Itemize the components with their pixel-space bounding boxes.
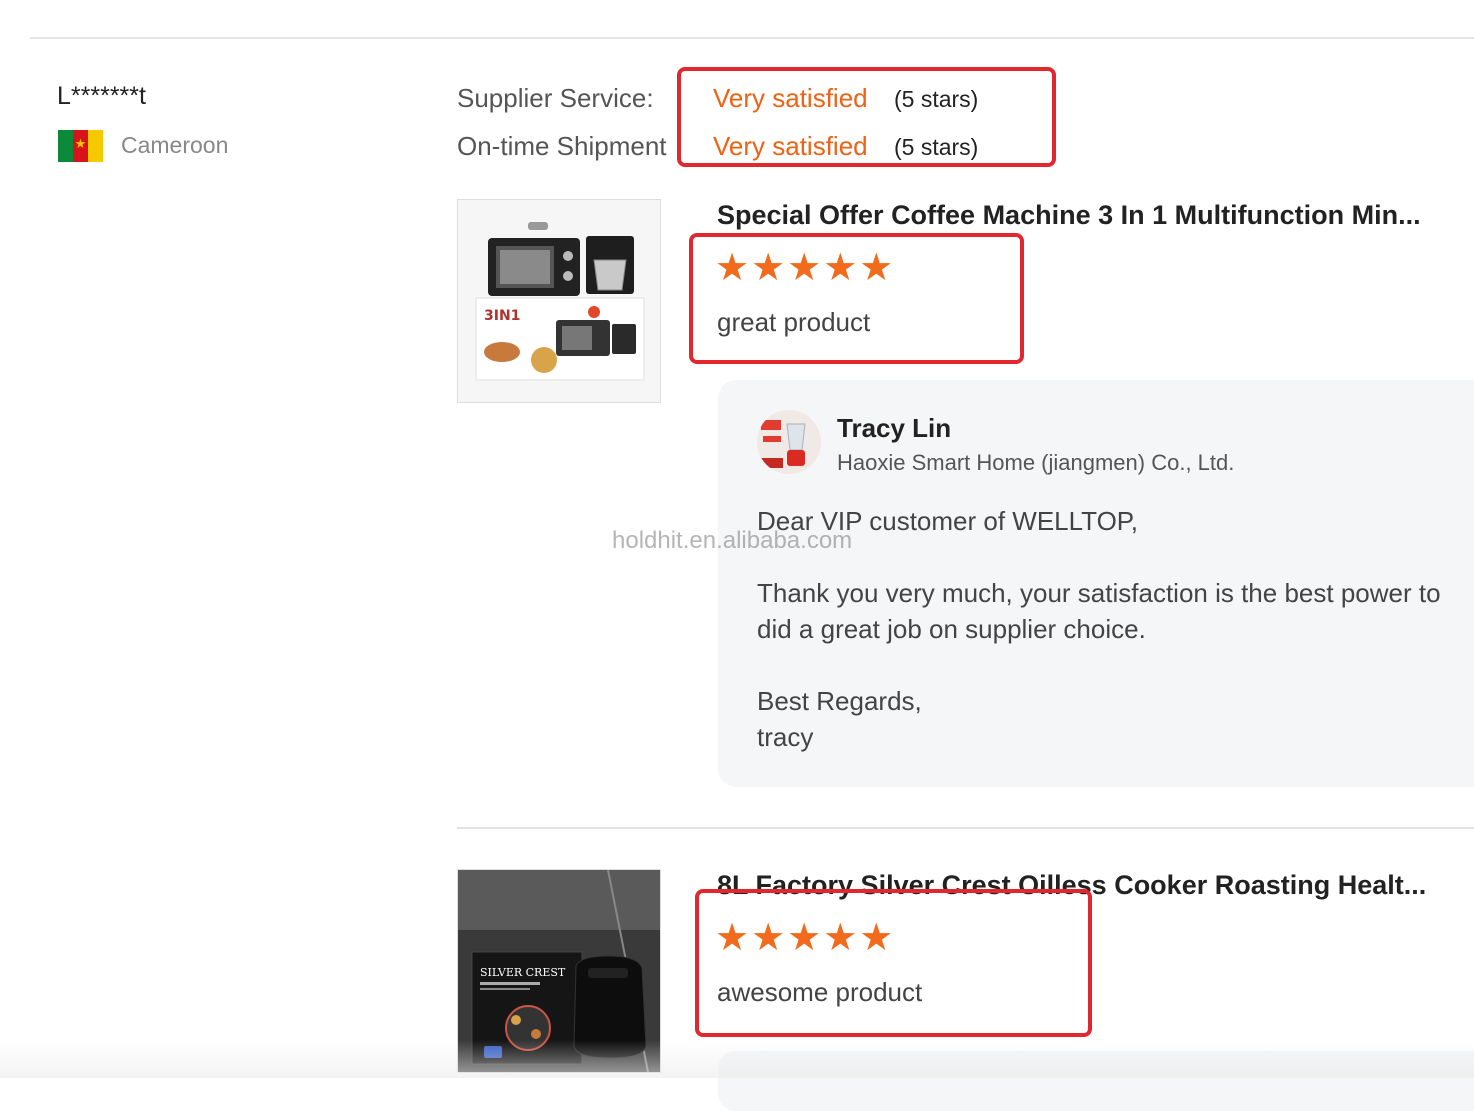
svg-text:3IN1: 3IN1 bbox=[484, 308, 520, 324]
reply-body-line-2: did a great job on supplier choice. bbox=[757, 614, 1146, 644]
replier-name: Tracy Lin bbox=[837, 413, 952, 443]
product-thumbnail[interactable]: 3IN1 bbox=[457, 199, 661, 403]
ratings-highlight-box bbox=[677, 67, 1056, 167]
watermark: holdhit.en.alibaba.com bbox=[612, 527, 853, 554]
replier-company: Haoxie Smart Home (jiangmen) Co., Ltd. bbox=[837, 450, 1235, 475]
review-highlight-box bbox=[689, 233, 1024, 364]
review-highlight-box bbox=[695, 889, 1092, 1037]
bottom-shadow bbox=[0, 1040, 1474, 1078]
supplier-avatar bbox=[757, 410, 821, 474]
svg-text:SILVER CREST: SILVER CREST bbox=[480, 966, 566, 979]
supplier-service-label: Supplier Service: bbox=[457, 83, 654, 113]
reply-signoff: Best Regards, bbox=[757, 686, 922, 716]
blender-avatar-icon bbox=[757, 410, 821, 474]
product-title-link[interactable]: Special Offer Coffee Machine 3 In 1 Mult… bbox=[717, 200, 1421, 231]
reviewer-country: Cameroon bbox=[121, 132, 229, 158]
cameroon-flag-icon: ★ bbox=[58, 130, 103, 162]
on-time-shipment-label: On-time Shipment bbox=[457, 131, 667, 161]
reviewer-name: L*******t bbox=[57, 82, 146, 110]
breakfast-machine-image: 3IN1 bbox=[458, 200, 660, 402]
reply-signature: tracy bbox=[757, 722, 814, 752]
reply-body-line-1: Thank you very much, your satisfaction i… bbox=[757, 578, 1441, 608]
top-divider bbox=[30, 37, 1474, 39]
review-divider bbox=[457, 827, 1474, 829]
